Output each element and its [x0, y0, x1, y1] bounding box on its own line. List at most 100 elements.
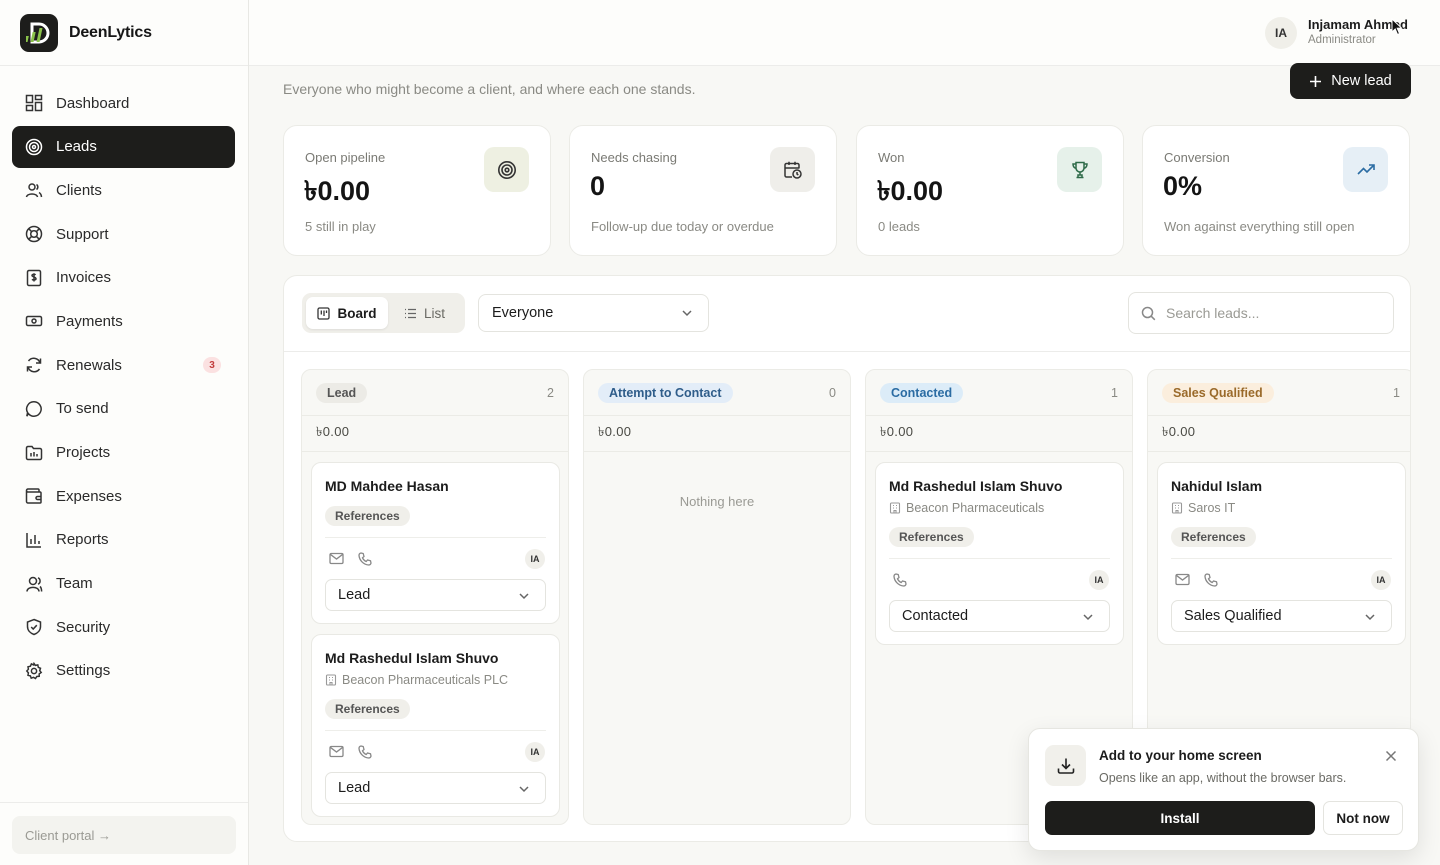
- card-actions: [329, 745, 372, 759]
- building-icon: [1171, 502, 1183, 514]
- shield-icon: [24, 617, 44, 637]
- card-actions: [893, 573, 907, 587]
- renewals-count-badge: 3: [203, 357, 221, 374]
- column-total: ৳0.00: [584, 416, 850, 452]
- column-header: Lead 2: [302, 370, 568, 416]
- email-icon[interactable]: [1175, 573, 1190, 586]
- sidebar-item-expenses[interactable]: Expenses: [12, 475, 235, 517]
- stat-card-open-pipeline: Open pipeline ৳0.00 5 still in play: [283, 125, 551, 256]
- view-board-button[interactable]: Board: [306, 297, 388, 329]
- brand[interactable]: DeenLytics: [0, 0, 248, 66]
- sidebar-item-label: Security: [56, 618, 111, 636]
- lead-status-select[interactable]: Contacted: [889, 600, 1110, 632]
- dashboard-icon: [24, 93, 44, 113]
- column-title: Attempt to Contact: [598, 383, 733, 403]
- lead-name: Nahidul Islam: [1171, 478, 1263, 494]
- phone-icon[interactable]: [358, 552, 372, 566]
- stat-value: ৳0.00: [877, 176, 943, 206]
- lead-status-value: Lead: [338, 780, 371, 796]
- page-subtitle: Everyone who might become a client, and …: [283, 81, 696, 97]
- lead-organization-name: Beacon Pharmaceuticals: [906, 501, 1045, 515]
- install-prompt-title: Add to your home screen: [1099, 748, 1262, 763]
- trending-up-icon: [1343, 147, 1388, 192]
- lead-status-value: Contacted: [902, 608, 969, 624]
- lead-status-select[interactable]: Sales Qualified: [1171, 600, 1392, 632]
- search-input[interactable]: [1166, 305, 1376, 321]
- brand-name: DeenLytics: [69, 23, 152, 41]
- phone-icon[interactable]: [893, 573, 907, 587]
- column-count: 0: [829, 386, 836, 400]
- column-header: Contacted 1: [866, 370, 1132, 416]
- lead-organization: Beacon Pharmaceuticals PLC: [325, 673, 508, 687]
- column-attempt-to-contact: Attempt to Contact 0 ৳0.00 Nothing here: [583, 369, 851, 825]
- card-divider: [325, 730, 546, 731]
- close-icon[interactable]: [1385, 750, 1397, 762]
- column-title: Contacted: [880, 383, 964, 403]
- new-lead-button[interactable]: New lead: [1290, 63, 1411, 99]
- owner-filter-select[interactable]: Everyone: [478, 294, 709, 332]
- lead-name: MD Mahdee Hasan: [325, 478, 449, 494]
- search-icon: [1141, 306, 1156, 320]
- sidebar-item-label: Support: [56, 225, 109, 243]
- sidebar-item-dashboard[interactable]: Dashboard: [12, 82, 235, 124]
- lead-card[interactable]: Nahidul Islam Saros IT References IA Sal…: [1157, 462, 1406, 645]
- install-prompt: Add to your home screen Opens like an ap…: [1028, 728, 1419, 851]
- sidebar-item-label: Clients: [56, 181, 102, 199]
- client-portal-link[interactable]: Client portal →: [12, 816, 236, 854]
- topbar: IA Injamam Ahmed Administrator: [249, 0, 1440, 66]
- sidebar-item-team[interactable]: Team: [12, 563, 235, 605]
- view-list-button[interactable]: List: [404, 297, 462, 329]
- sidebar-item-renewals[interactable]: Renewals 3: [12, 344, 235, 386]
- lead-status-select[interactable]: Lead: [325, 579, 546, 611]
- lead-card[interactable]: Md Rashedul Islam Shuvo Beacon Pharmaceu…: [311, 634, 560, 817]
- lead-card[interactable]: MD Mahdee Hasan References IA Lead: [311, 462, 560, 624]
- stat-value: ৳0.00: [304, 176, 370, 206]
- not-now-button[interactable]: Not now: [1323, 801, 1403, 835]
- lead-name: Md Rashedul Islam Shuvo: [325, 650, 499, 666]
- sidebar-item-support[interactable]: Support: [12, 213, 235, 255]
- sidebar-item-clients[interactable]: Clients: [12, 169, 235, 211]
- folder-icon: [24, 443, 44, 463]
- plus-icon: [1310, 75, 1322, 87]
- column-title: Lead: [316, 383, 368, 403]
- trophy-icon: [1057, 147, 1102, 192]
- sidebar: DeenLytics Dashboard Leads Clients Suppo…: [0, 0, 249, 865]
- mouse-cursor-icon: [1391, 18, 1403, 36]
- board-toolbar: Board List Everyone: [284, 276, 1410, 352]
- sidebar-item-reports[interactable]: Reports: [12, 519, 235, 561]
- lead-card[interactable]: Md Rashedul Islam Shuvo Beacon Pharmaceu…: [875, 462, 1124, 645]
- view-board-label: Board: [337, 305, 377, 321]
- card-divider: [889, 558, 1110, 559]
- phone-icon[interactable]: [358, 745, 372, 759]
- stat-label: Open pipeline: [305, 150, 386, 165]
- sidebar-item-leads[interactable]: Leads: [12, 125, 235, 168]
- chevron-down-icon: [1365, 614, 1375, 621]
- team-icon: [24, 574, 44, 594]
- board-icon: [317, 306, 331, 320]
- chevron-down-icon: [682, 310, 692, 317]
- card-divider: [325, 537, 546, 538]
- stat-card-won: Won ৳0.00 0 leads: [856, 125, 1124, 256]
- lead-source-tag: References: [1171, 527, 1256, 547]
- email-icon[interactable]: [329, 552, 344, 565]
- sidebar-item-invoices[interactable]: Invoices: [12, 257, 235, 299]
- phone-icon[interactable]: [1204, 573, 1218, 587]
- email-icon[interactable]: [329, 745, 344, 758]
- stat-label: Needs chasing: [591, 150, 677, 165]
- stat-subtext: 5 still in play: [305, 219, 376, 234]
- lead-source-tag: References: [889, 527, 974, 547]
- sidebar-item-label: To send: [56, 400, 109, 418]
- users-icon: [24, 180, 44, 200]
- column-lead: Lead 2 ৳0.00 MD Mahdee Hasan References …: [301, 369, 569, 825]
- lead-status-select[interactable]: Lead: [325, 772, 546, 804]
- install-button[interactable]: Install: [1045, 801, 1315, 835]
- sidebar-item-security[interactable]: Security: [12, 606, 235, 648]
- sidebar-item-payments[interactable]: Payments: [12, 300, 235, 342]
- stat-label: Conversion: [1164, 150, 1230, 165]
- sidebar-item-projects[interactable]: Projects: [12, 432, 235, 474]
- sidebar-item-to-send[interactable]: To send: [12, 388, 235, 430]
- sidebar-item-settings[interactable]: Settings: [12, 650, 235, 692]
- user-avatar[interactable]: IA: [1265, 17, 1297, 49]
- sidebar-item-label: Renewals: [56, 356, 122, 374]
- sidebar-item-label: Settings: [56, 662, 111, 680]
